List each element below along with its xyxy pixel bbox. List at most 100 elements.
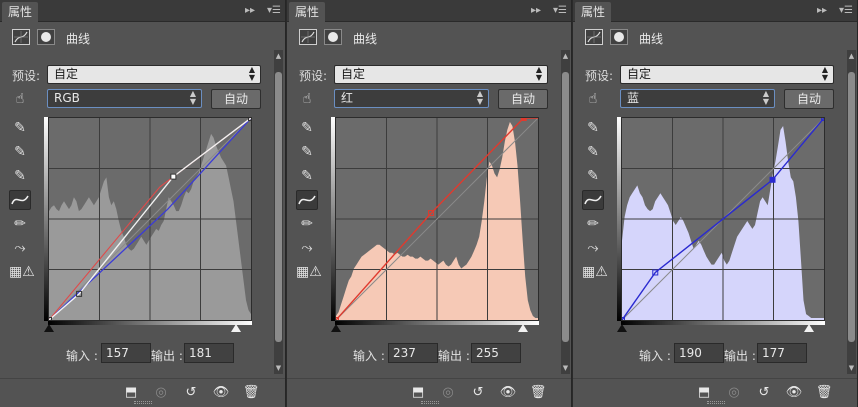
black-point-eyedropper-icon[interactable]: ✎ — [9, 118, 31, 138]
curves-adjustment-icon — [299, 29, 317, 45]
edit-points-curve-icon[interactable] — [9, 190, 31, 210]
reset-icon[interactable]: ↺ — [180, 384, 202, 402]
collapse-icon[interactable]: ▸▸ — [817, 3, 827, 19]
curve-graph[interactable] — [335, 117, 539, 321]
scrollbar-thumb[interactable] — [562, 72, 569, 342]
input-field[interactable]: 190 — [674, 343, 724, 363]
resize-grip[interactable] — [421, 401, 439, 404]
black-point-eyedropper-icon[interactable]: ✎ — [296, 118, 318, 138]
scrollbar-thumb[interactable] — [275, 72, 282, 342]
panel-scrollbar[interactable]: ▲ ▼ — [847, 50, 856, 374]
panel-menu-icon[interactable]: ▾☰ — [553, 3, 567, 19]
white-point-eyedropper-icon[interactable]: ✎ — [9, 166, 31, 186]
visibility-eye-icon[interactable]: 👁 — [210, 384, 232, 402]
collapse-icon[interactable]: ▸▸ — [531, 3, 541, 19]
black-point-slider[interactable] — [44, 324, 54, 332]
output-field[interactable]: 255 — [471, 343, 521, 363]
delete-trash-icon[interactable]: 🗑 — [527, 384, 549, 402]
curve-control-point[interactable] — [520, 118, 527, 121]
tab-properties[interactable]: 属性 — [575, 2, 611, 22]
black-point-slider[interactable] — [617, 324, 627, 332]
on-image-adjust-hand-icon[interactable]: ☝ — [582, 89, 604, 109]
auto-button[interactable]: 自动 — [784, 89, 834, 109]
smooth-curve-icon[interactable]: ⤳ — [9, 238, 31, 258]
pencil-draw-icon[interactable]: ✏ — [9, 214, 31, 234]
smooth-curve-icon[interactable]: ⤳ — [582, 238, 604, 258]
layer-mask-icon[interactable] — [37, 29, 55, 45]
white-point-eyedropper-icon[interactable]: ✎ — [582, 166, 604, 186]
preset-label: 预设: — [12, 69, 41, 83]
layer-mask-icon[interactable] — [610, 29, 628, 45]
curve-graph[interactable] — [621, 117, 825, 321]
panel-tab-bar: 属性 ▸▸ ▾☰ — [573, 0, 857, 22]
preset-select[interactable]: 自定 ▲ ▼ — [620, 65, 834, 84]
white-point-eyedropper-icon[interactable]: ✎ — [296, 166, 318, 186]
view-previous-state-icon[interactable]: ◎ — [723, 384, 745, 402]
clipping-warning-icon[interactable]: ▦⚠ — [296, 262, 322, 282]
collapse-icon[interactable]: ▸▸ — [245, 3, 255, 19]
resize-grip[interactable] — [134, 401, 152, 404]
output-label: 输出 : — [724, 349, 756, 363]
white-point-slider[interactable] — [231, 324, 241, 332]
auto-button[interactable]: 自动 — [498, 89, 548, 109]
delete-trash-icon[interactable]: 🗑 — [813, 384, 835, 402]
edit-points-curve-icon[interactable] — [582, 190, 604, 210]
gray-point-eyedropper-icon[interactable]: ✎ — [296, 142, 318, 162]
tab-properties[interactable]: 属性 — [289, 2, 325, 22]
auto-button[interactable]: 自动 — [211, 89, 261, 109]
input-field[interactable]: 237 — [388, 343, 438, 363]
input-label: 输入 : — [353, 349, 385, 363]
view-previous-state-icon[interactable]: ◎ — [150, 384, 172, 402]
preset-select[interactable]: 自定 ▲ ▼ — [334, 65, 548, 84]
output-field[interactable]: 181 — [184, 343, 234, 363]
reset-icon[interactable]: ↺ — [467, 384, 489, 402]
clipping-warning-icon[interactable]: ▦⚠ — [9, 262, 35, 282]
on-image-adjust-hand-icon[interactable]: ☝ — [296, 89, 318, 109]
panel-tab-bar: 属性 ▸▸ ▾☰ — [287, 0, 571, 22]
panel-scrollbar[interactable]: ▲ ▼ — [561, 50, 570, 374]
panel-menu-icon[interactable]: ▾☰ — [839, 3, 853, 19]
clipping-warning-icon[interactable]: ▦⚠ — [582, 262, 608, 282]
channel-select[interactable]: RGB ▲ ▼ — [47, 89, 202, 108]
curve-graph[interactable] — [48, 117, 252, 321]
preset-label: 预设: — [299, 69, 328, 83]
clip-to-layer-icon[interactable]: ⬒ — [407, 384, 429, 402]
panel-scrollbar[interactable]: ▲ ▼ — [274, 50, 283, 374]
white-point-slider[interactable] — [518, 324, 528, 332]
black-point-slider[interactable] — [331, 324, 341, 332]
gray-point-eyedropper-icon[interactable]: ✎ — [582, 142, 604, 162]
on-image-adjust-hand-icon[interactable]: ☝ — [9, 89, 31, 109]
layer-mask-icon[interactable] — [324, 29, 342, 45]
tab-properties[interactable]: 属性 — [2, 2, 38, 22]
input-label: 输入 : — [639, 349, 671, 363]
smooth-curve-icon[interactable]: ⤳ — [296, 238, 318, 258]
pencil-draw-icon[interactable]: ✏ — [296, 214, 318, 234]
black-point-eyedropper-icon[interactable]: ✎ — [582, 118, 604, 138]
edit-points-curve-icon[interactable] — [296, 190, 318, 210]
delete-trash-icon[interactable]: 🗑 — [240, 384, 262, 402]
input-gradient-bar — [335, 321, 539, 325]
visibility-eye-icon[interactable]: 👁 — [783, 384, 805, 402]
output-label: 输出 : — [438, 349, 470, 363]
output-field[interactable]: 177 — [757, 343, 807, 363]
white-point-slider[interactable] — [804, 324, 814, 332]
channel-select[interactable]: 蓝 ▲ ▼ — [620, 89, 775, 108]
curve-control-point[interactable] — [170, 173, 177, 180]
curve-control-point[interactable] — [769, 176, 776, 183]
panel-menu-icon[interactable]: ▾☰ — [267, 3, 281, 19]
channel-select[interactable]: 红 ▲ ▼ — [334, 89, 489, 108]
clip-to-layer-icon[interactable]: ⬒ — [693, 384, 715, 402]
visibility-eye-icon[interactable]: 👁 — [497, 384, 519, 402]
input-field[interactable]: 157 — [101, 343, 151, 363]
preset-select[interactable]: 自定 ▲ ▼ — [47, 65, 261, 84]
panel-title: 曲线 — [353, 32, 378, 46]
resize-grip[interactable] — [707, 401, 725, 404]
curves-adjustment-icon — [12, 29, 30, 45]
gray-point-eyedropper-icon[interactable]: ✎ — [9, 142, 31, 162]
clip-to-layer-icon[interactable]: ⬒ — [120, 384, 142, 402]
view-previous-state-icon[interactable]: ◎ — [437, 384, 459, 402]
scrollbar-thumb[interactable] — [848, 72, 855, 342]
reset-icon[interactable]: ↺ — [753, 384, 775, 402]
pencil-draw-icon[interactable]: ✏ — [582, 214, 604, 234]
panel-title: 曲线 — [639, 32, 664, 46]
